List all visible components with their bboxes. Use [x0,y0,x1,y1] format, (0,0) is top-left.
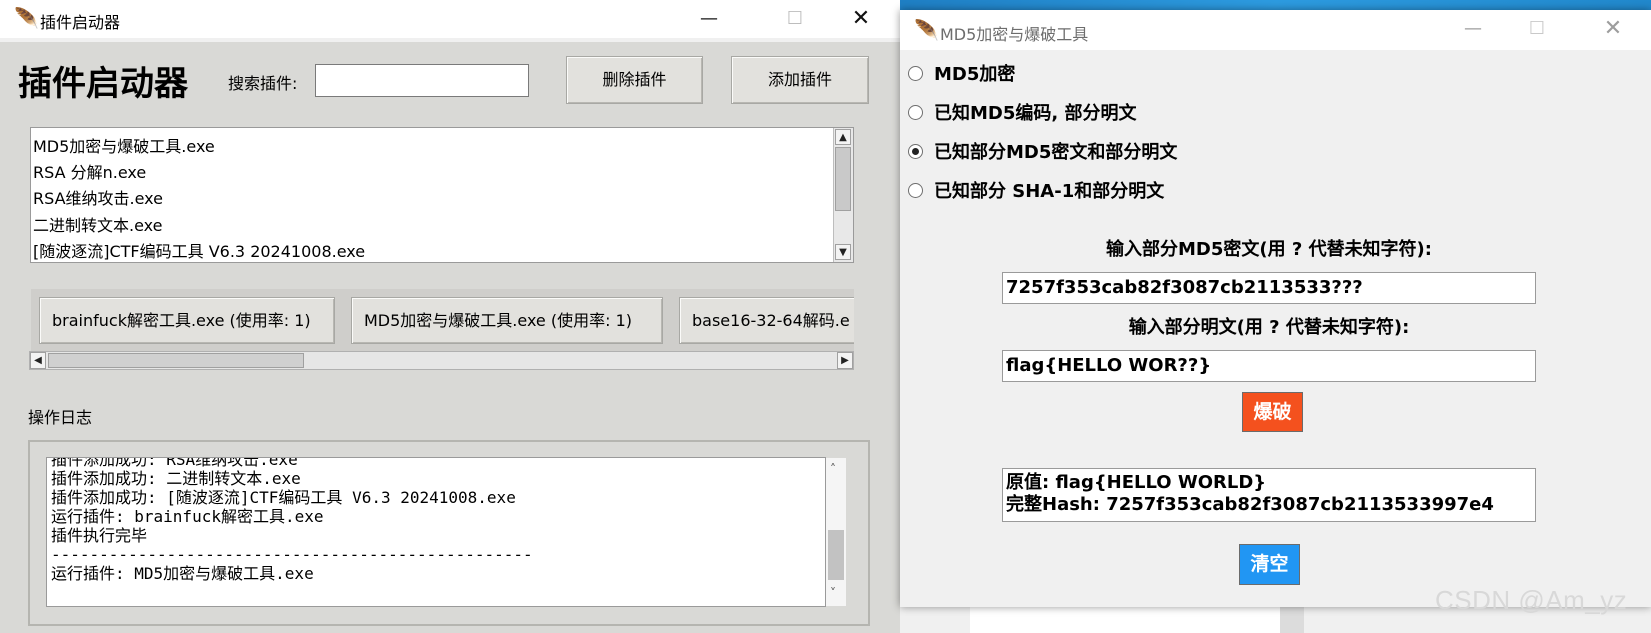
plugin-list-scrollbar[interactable]: ▲ ▼ [833,128,853,262]
arrow-up-icon[interactable]: ˄ [830,462,836,476]
close-icon[interactable]: ✕ [1590,10,1636,48]
log-line: 插件执行完毕 [51,526,148,545]
window-title: 插件启动器 [40,13,121,32]
search-label: 搜索插件: [228,74,298,93]
cipher-input[interactable]: 7257f353cab82f3087cb2113533??? [1002,272,1536,304]
log-line: ----------------------------------------… [51,545,533,564]
plain-label: 输入部分明文(用 ? 代替未知字符): [1128,317,1410,338]
window-title: MD5加密与爆破工具 [940,25,1089,44]
log-label: 操作日志 [28,408,93,427]
mode-radio[interactable] [908,105,923,120]
result-original: 原值: flag{HELLO WORLD} [1006,472,1267,493]
plugin-list[interactable]: MD5加密与爆破工具.exe RSA 分解n.exe RSA维纳攻击.exe 二… [30,127,854,263]
mode-label[interactable]: 已知MD5编码, 部分明文 [934,99,1136,125]
cipher-label: 输入部分MD5密文(用 ? 代替未知字符): [1105,239,1432,260]
feather-icon: 🪶 [914,18,939,42]
delete-plugin-button[interactable]: 删除插件 [566,56,703,104]
maximize-icon[interactable]: ☐ [772,0,818,38]
clear-button[interactable]: 清空 [1239,544,1300,585]
feather-icon: 🪶 [14,6,39,30]
arrow-left-icon[interactable]: ◀ [30,352,46,369]
add-plugin-button[interactable]: 添加插件 [731,56,869,104]
md5-tool-client: MD5加密 已知MD5编码, 部分明文 已知部分MD5密文和部分明文 已知部分 … [900,50,1651,607]
scroll-thumb[interactable] [828,530,844,580]
title-bar[interactable]: 🪶 MD5加密与爆破工具 — ☐ ✕ [900,10,1651,50]
scroll-thumb[interactable] [835,147,851,211]
mode-label[interactable]: 已知部分 SHA-1和部分明文 [934,177,1164,203]
mode-label[interactable]: 已知部分MD5密文和部分明文 [934,138,1177,164]
crack-button[interactable]: 爆破 [1242,392,1303,432]
recent-plugin-button[interactable]: MD5加密与爆破工具.exe (使用率: 1) [351,297,663,344]
mode-radio[interactable] [908,183,923,198]
recent-plugin-button[interactable]: brainfuck解密工具.exe (使用率: 1) [39,297,335,344]
maximize-icon[interactable]: ☐ [1514,10,1560,48]
search-input[interactable] [315,64,529,97]
recent-plugins-strip: brainfuck解密工具.exe (使用率: 1) MD5加密与爆破工具.ex… [31,289,854,351]
list-item[interactable]: 二进制转文本.exe [33,212,162,236]
mode-radio-selected[interactable] [908,144,923,159]
minimize-icon[interactable]: — [686,0,732,38]
minimize-icon[interactable]: — [1450,10,1496,48]
log-line: 插件添加成功: RSA维纳攻击.exe [51,457,298,469]
close-icon[interactable]: ✕ [838,0,884,38]
list-item[interactable]: RSA维纳攻击.exe [33,185,163,209]
recent-plugin-button[interactable]: base16-32-64解码.e [679,297,854,344]
arrow-down-icon[interactable]: ▼ [835,244,851,260]
arrow-down-icon[interactable]: ˅ [830,586,836,600]
page-title: 插件启动器 [18,64,188,104]
list-item[interactable]: RSA 分解n.exe [33,159,146,183]
result-hash: 完整Hash: 7257f353cab82f3087cb2113533997e4 [1006,494,1494,515]
scroll-thumb[interactable] [48,353,304,368]
arrow-up-icon[interactable]: ▲ [835,129,851,145]
recent-plugins-scrollbar[interactable]: ◀ ▶ [29,351,854,370]
mode-radio[interactable] [908,66,923,81]
mode-label[interactable]: MD5加密 [934,60,1015,86]
arrow-right-icon[interactable]: ▶ [837,352,853,369]
title-bar[interactable]: 🪶 插件启动器 — ☐ ✕ [0,0,900,38]
result-box: 原值: flag{HELLO WORLD} 完整Hash: 7257f353ca… [1002,468,1536,522]
log-scrollbar[interactable]: ˄ ˅ [826,458,846,606]
plugin-launcher-window: 🪶 插件启动器 — ☐ ✕ 插件启动器 搜索插件: 删除插件 添加插件 MD5加… [0,0,900,633]
md5-tool-window: 🪶 MD5加密与爆破工具 — ☐ ✕ MD5加密 已知MD5编码, 部分明文 已… [900,10,1651,607]
watermark: CSDN @Am_yz [1435,585,1628,615]
log-line: 插件添加成功: [随波逐流]CTF编码工具 V6.3 20241008.exe [51,488,516,507]
log-line: 运行插件: MD5加密与爆破工具.exe [51,564,314,583]
list-item[interactable]: MD5加密与爆破工具.exe [33,133,215,157]
list-item[interactable]: [随波逐流]CTF编码工具 V6.3 20241008.exe [33,238,365,262]
plain-input[interactable]: flag{HELLO WOR??} [1002,350,1536,382]
log-line: 插件添加成功: 二进制转文本.exe [51,469,301,488]
operation-log[interactable]: 插件添加成功: RSA维纳攻击.exe 插件添加成功: 二进制转文本.exe 插… [46,457,826,607]
log-line: 运行插件: brainfuck解密工具.exe [51,507,324,526]
